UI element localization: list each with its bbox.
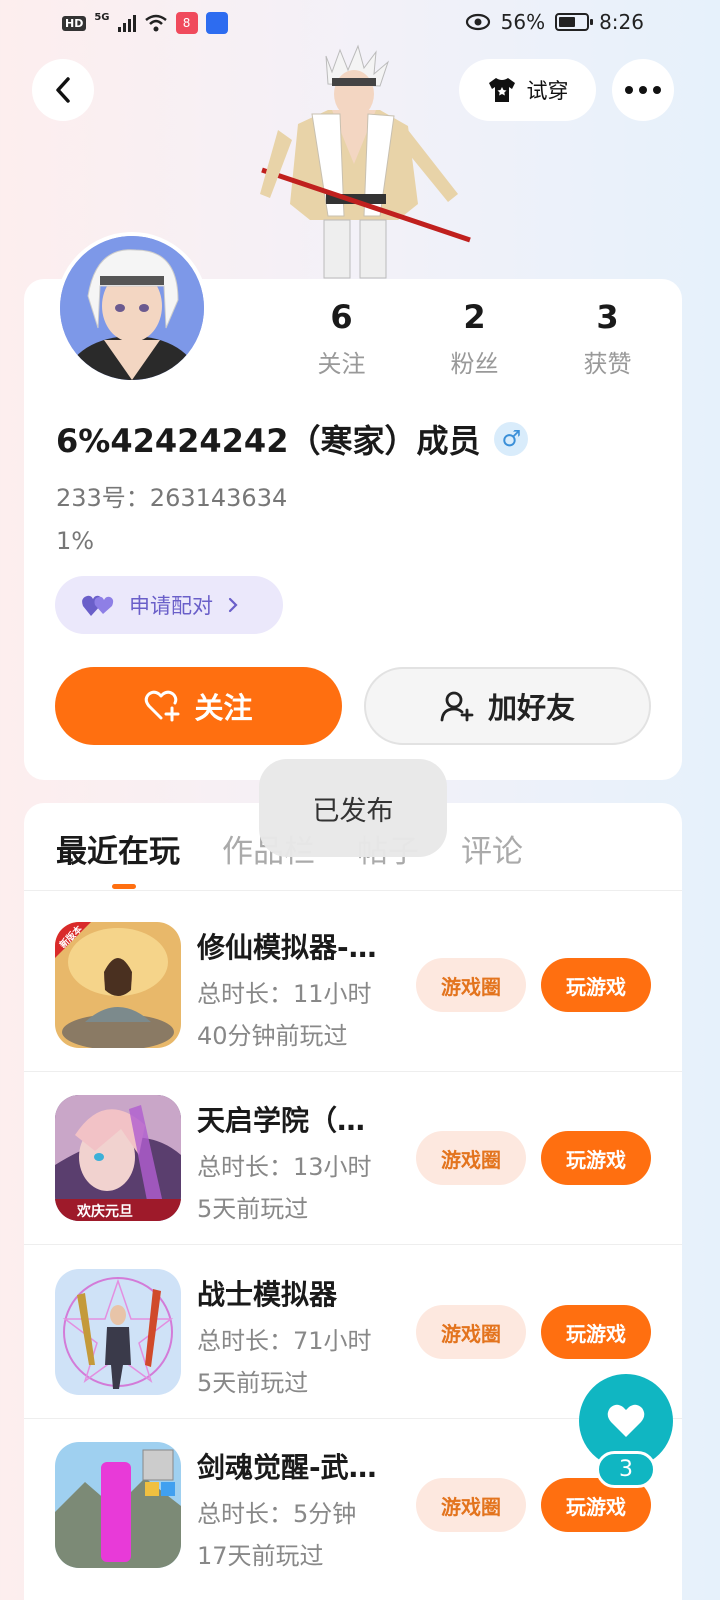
- status-bar: HD 5G 8 56% 8:26: [0, 0, 720, 48]
- male-icon: ♂: [494, 422, 529, 456]
- character-avatar-figure: [260, 44, 471, 279]
- status-left: HD 5G 8: [62, 12, 228, 34]
- back-button[interactable]: [32, 59, 94, 121]
- likes-label: 获赞: [583, 350, 632, 378]
- game-title: 剑魂觉醒-武…: [197, 1451, 377, 1484]
- hd-icon: HD: [62, 15, 87, 31]
- last-played: 40分钟前玩过: [197, 1022, 348, 1050]
- following-count: 6: [330, 298, 353, 336]
- battery-percent: 56%: [500, 10, 546, 34]
- follow-label: 关注: [194, 691, 253, 725]
- status-right: 56% 8:26: [465, 10, 644, 34]
- more-button[interactable]: [612, 59, 674, 121]
- tab-comments[interactable]: 评论: [461, 826, 523, 871]
- apply-pair-button[interactable]: 申请配对: [55, 576, 283, 634]
- stat-following[interactable]: 6 关注: [275, 298, 408, 379]
- try-on-button[interactable]: 试穿: [459, 59, 596, 121]
- stat-fans[interactable]: 2 粉丝: [408, 298, 541, 379]
- row-divider: [24, 1071, 682, 1072]
- game-title: 战士模拟器: [197, 1278, 338, 1311]
- battery-icon: [555, 13, 594, 31]
- row-divider: [24, 1244, 682, 1245]
- like-count-badge: 3: [596, 1451, 656, 1488]
- double-heart-icon: [82, 595, 114, 616]
- game-icon: 新版本: [55, 922, 181, 1048]
- game-icon: [55, 1269, 181, 1395]
- play-duration: 总时长：13小时: [197, 1153, 372, 1181]
- try-on-label: 试穿: [526, 79, 569, 103]
- profile-nickname-row: 6%42424242（寒家）成员 ♂: [56, 416, 529, 462]
- game-icon: [55, 1442, 181, 1568]
- game-title: 天启学院（…: [197, 1104, 366, 1137]
- signature: 1%: [56, 527, 95, 555]
- signal-icon: [117, 14, 136, 32]
- active-tab-indicator: [112, 884, 136, 889]
- baidu-app-icon: [205, 12, 228, 34]
- game-circle-button[interactable]: 游戏圈: [416, 1305, 526, 1359]
- list-item[interactable]: 剑魂觉醒-武… 总时长：5分钟 17天前玩过 游戏圈 玩游戏: [24, 1442, 682, 1600]
- game-title: 修仙模拟器-…: [197, 931, 377, 964]
- add-friend-label: 加好友: [487, 691, 575, 725]
- toast-message: 已发布: [259, 759, 447, 857]
- following-label: 关注: [317, 350, 366, 378]
- more-dots-icon: [625, 86, 661, 94]
- avatar-image: [60, 236, 204, 380]
- tshirt-icon: [488, 78, 515, 102]
- play-duration: 总时长：5分钟: [197, 1500, 357, 1528]
- chevron-right-icon: [228, 597, 238, 613]
- game-circle-button[interactable]: 游戏圈: [416, 1131, 526, 1185]
- last-played: 5天前玩过: [197, 1195, 309, 1223]
- last-played: 5天前玩过: [197, 1369, 309, 1397]
- stat-likes[interactable]: 3 获赞: [541, 298, 674, 379]
- clock: 8:26: [599, 10, 644, 34]
- list-item[interactable]: 新版本 修仙模拟器-… 总时长：11小时 40分钟前玩过 游戏圈 玩游戏: [24, 922, 682, 1095]
- play-game-button[interactable]: 玩游戏: [541, 958, 651, 1012]
- avatar[interactable]: [56, 232, 208, 384]
- wifi-icon: [144, 14, 167, 32]
- heart-icon: [607, 1404, 645, 1437]
- tab-recent-played[interactable]: 最近在玩: [56, 826, 180, 871]
- follow-button[interactable]: 关注: [55, 667, 342, 745]
- fans-count: 2: [463, 298, 486, 336]
- tabs-divider: [24, 890, 682, 891]
- play-duration: 总时长：71小时: [197, 1327, 372, 1355]
- network-type: 5G: [94, 11, 110, 23]
- last-played: 17天前玩过: [197, 1542, 324, 1570]
- eye-icon: [465, 13, 490, 31]
- game-circle-button[interactable]: 游戏圈: [416, 1478, 526, 1532]
- likes-count: 3: [596, 298, 619, 336]
- chevron-left-icon: [56, 77, 70, 103]
- add-friend-button[interactable]: 加好友: [364, 667, 651, 745]
- play-game-button[interactable]: 玩游戏: [541, 1305, 651, 1359]
- user-id: 233号：263143634: [56, 484, 288, 512]
- nickname: 6%42424242（寒家）成员: [56, 422, 481, 460]
- game-icon: 欢庆元旦: [55, 1095, 181, 1221]
- game-badge: 欢庆元旦: [77, 1204, 133, 1220]
- list-item[interactable]: 欢庆元旦 天启学院（… 总时长：13小时 5天前玩过 游戏圈 玩游戏: [24, 1095, 682, 1268]
- heart-plus-icon: [145, 690, 180, 722]
- fans-label: 粉丝: [450, 350, 499, 378]
- play-game-button[interactable]: 玩游戏: [541, 1131, 651, 1185]
- stats-row: 6 关注 2 粉丝 3 获赞: [275, 298, 675, 379]
- play-duration: 总时长：11小时: [197, 980, 372, 1008]
- game-circle-button[interactable]: 游戏圈: [416, 958, 526, 1012]
- user-plus-icon: [440, 691, 474, 722]
- pair-label: 申请配对: [129, 594, 213, 618]
- notification-app-icon: 8: [175, 12, 198, 34]
